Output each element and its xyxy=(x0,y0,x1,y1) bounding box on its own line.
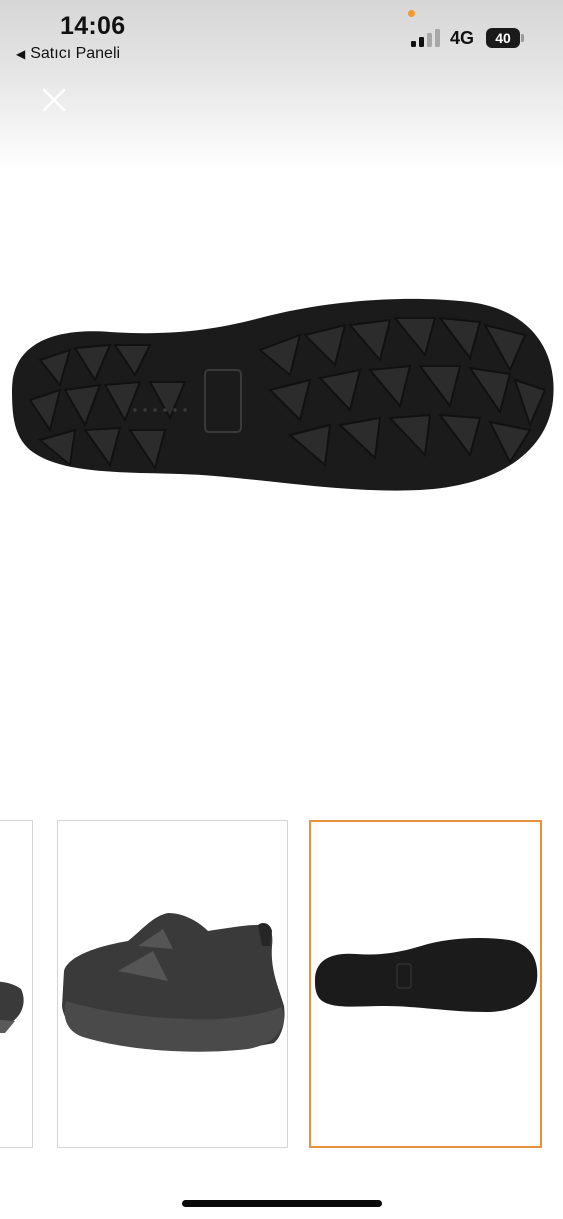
back-to-app-link[interactable]: ◀ Satıcı Paneli xyxy=(16,45,120,63)
back-app-label: Satıcı Paneli xyxy=(30,45,121,62)
battery-cap xyxy=(521,34,524,42)
main-product-image xyxy=(12,298,554,491)
status-bar: 14:06 ◀ Satıcı Paneli 4G 40 xyxy=(0,0,563,70)
thumbnail-2[interactable] xyxy=(57,820,288,1148)
battery-level: 40 xyxy=(495,30,511,46)
thumbnail-2-image xyxy=(62,913,285,1052)
close-icon[interactable] xyxy=(38,84,70,116)
network-type: 4G xyxy=(450,28,475,48)
clock: 14:06 xyxy=(60,12,126,40)
thumbnail-3-selected[interactable] xyxy=(309,820,542,1148)
thumbnail-1-image xyxy=(0,981,24,1033)
battery-icon: 40 xyxy=(486,28,520,48)
cellular-signal-icon xyxy=(411,29,440,47)
back-triangle-icon: ◀ xyxy=(16,47,26,61)
thumbnail-3-image xyxy=(315,938,538,1012)
outsole xyxy=(12,298,554,491)
thumbnail-1[interactable] xyxy=(0,820,33,1148)
privacy-indicator-dot xyxy=(408,10,415,17)
home-indicator[interactable] xyxy=(182,1200,382,1207)
